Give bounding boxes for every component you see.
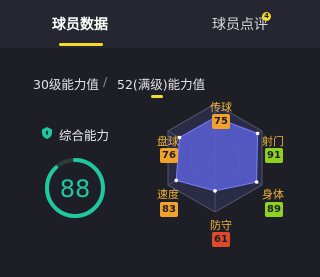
stat-label-physical: 身体 [262, 188, 284, 201]
level-30-option[interactable]: 30级能力值 [33, 74, 99, 93]
stat-label-dribbling: 盘球 [157, 135, 179, 148]
overall-shield-icon [42, 126, 52, 142]
max-level-option[interactable]: 52(满级)能力值 [117, 74, 205, 93]
stat-badge-shooting: 91 [265, 148, 283, 163]
overall-rating-label: 综合能力 [59, 127, 110, 143]
level-separator: / [103, 74, 108, 89]
radar-point-defense [213, 189, 217, 193]
stat-label-defense: 防守 [210, 219, 232, 232]
stat-badge-dribbling: 76 [160, 148, 178, 163]
overall-rating-ring: 88 [45, 158, 105, 218]
stat-badge-speed: 83 [160, 202, 178, 217]
stat-badge-defense: 61 [212, 232, 230, 247]
stat-label-speed: 速度 [157, 188, 179, 201]
overall-rating-title: 综合能力 [42, 126, 110, 143]
tab-player-reviews-label: 球员点评 [212, 17, 268, 33]
tab-bar: 球员数据 球员点评 4 [0, 0, 320, 48]
active-tab-underline [59, 43, 103, 46]
radar-point-physical [254, 180, 259, 184]
tab-player-data-label: 球员数据 [52, 17, 108, 33]
reviews-count-badge: 4 [262, 12, 271, 21]
tab-player-reviews[interactable]: 球员点评 [160, 0, 320, 48]
stat-badge-physical: 89 [265, 202, 283, 217]
stat-label-shooting: 射门 [262, 135, 284, 148]
level-switcher: 30级能力值 / 52(满级)能力值 [0, 74, 320, 94]
radar-point-speed [174, 178, 178, 183]
stat-badge-passing: 75 [212, 114, 230, 129]
stat-label-passing: 传球 [210, 101, 232, 114]
overall-rating-value: 88 [60, 175, 91, 203]
tab-player-data[interactable]: 球员数据 [0, 0, 160, 48]
